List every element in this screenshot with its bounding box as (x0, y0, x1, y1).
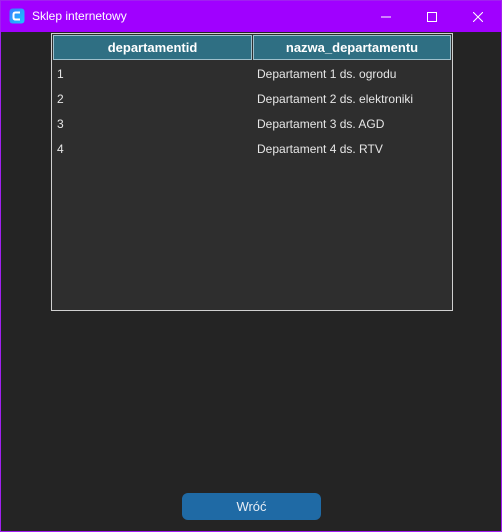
column-header-nazwa-departamentu[interactable]: nazwa_departamentu (253, 35, 451, 60)
cell-nazwa-departamentu: Departament 4 ds. RTV (257, 141, 383, 156)
cell-nazwa-departamentu: Departament 3 ds. AGD (257, 116, 385, 131)
cell-departamentid: 2 (57, 91, 64, 106)
close-icon (473, 11, 483, 22)
table-row[interactable]: 1 Departament 1 ds. ogrodu (53, 61, 451, 86)
minimize-icon (381, 12, 391, 22)
table-header: departamentid nazwa_departamentu (53, 35, 451, 60)
close-button[interactable] (455, 1, 501, 32)
minimize-button[interactable] (363, 1, 409, 32)
cell-departamentid: 1 (57, 66, 64, 81)
maximize-icon (427, 11, 437, 22)
table-row[interactable]: 3 Departament 3 ds. AGD (53, 111, 451, 136)
table-body: 1 Departament 1 ds. ogrodu 2 Departament… (53, 61, 451, 161)
table-row[interactable]: 4 Departament 4 ds. RTV (53, 136, 451, 161)
table-row[interactable]: 2 Departament 2 ds. elektroniki (53, 86, 451, 111)
maximize-button[interactable] (409, 1, 455, 32)
title-bar[interactable]: Sklep internetowy (1, 1, 501, 32)
cell-departamentid: 4 (57, 141, 64, 156)
window-title: Sklep internetowy (32, 9, 127, 23)
app-window: Sklep internetowy departamentid nazwa_de… (0, 0, 502, 532)
departments-table[interactable]: departamentid nazwa_departamentu 1 Depar… (51, 33, 453, 311)
cell-nazwa-departamentu: Departament 2 ds. elektroniki (257, 91, 414, 106)
cell-nazwa-departamentu: Departament 1 ds. ogrodu (257, 66, 397, 81)
back-button[interactable]: Wróć (182, 493, 321, 520)
cell-departamentid: 3 (57, 116, 64, 131)
app-icon (9, 8, 25, 24)
column-header-departamentid[interactable]: departamentid (53, 35, 252, 60)
